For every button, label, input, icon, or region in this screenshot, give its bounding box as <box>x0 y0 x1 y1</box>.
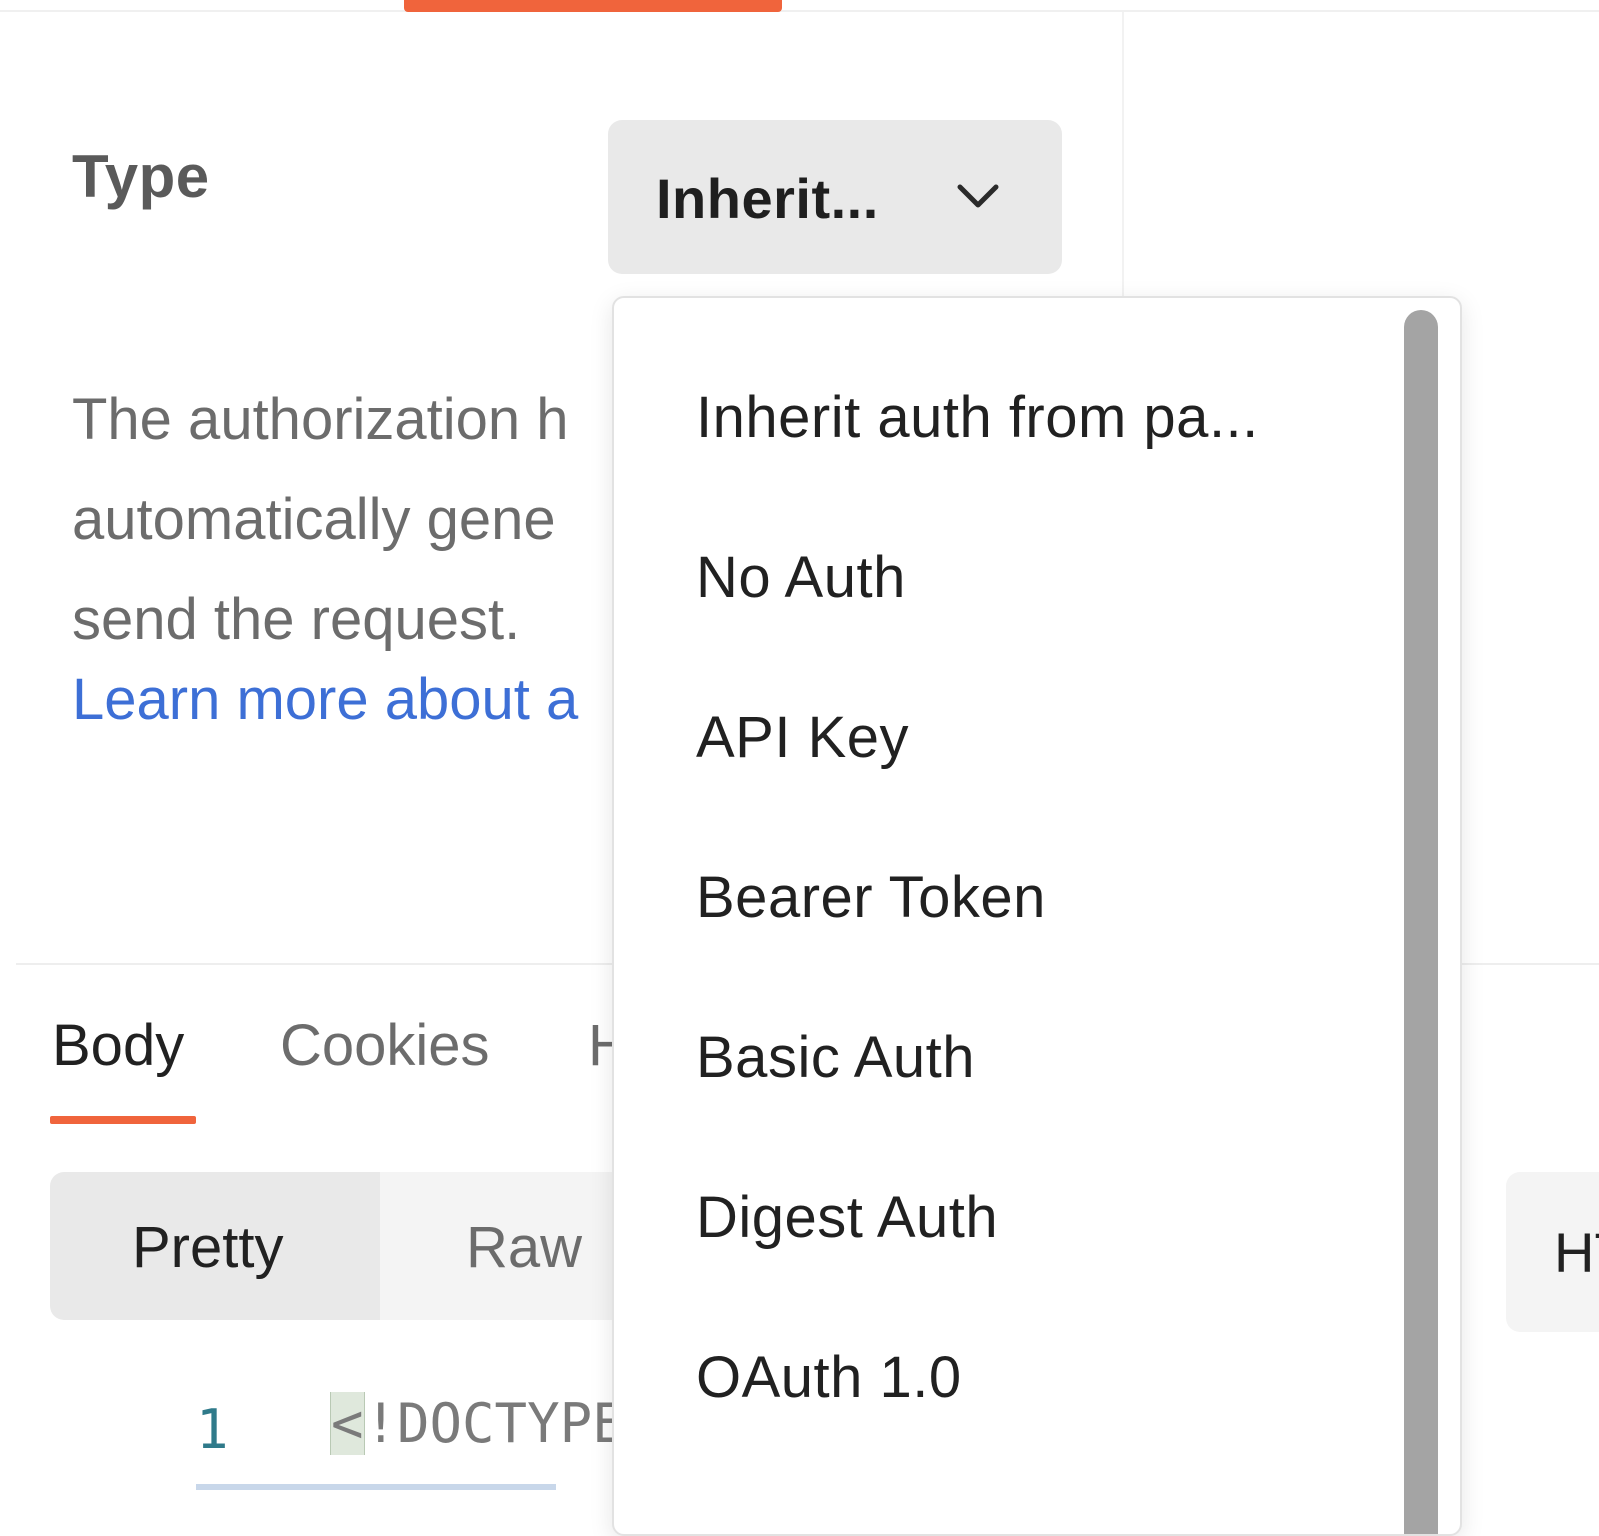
tab-body[interactable]: Body <box>52 1012 184 1079</box>
view-mode-toggle: Pretty Raw <box>50 1172 670 1320</box>
option-api-key[interactable]: API Key <box>614 666 1394 826</box>
option-basic-auth[interactable]: Basic Auth <box>614 986 1394 1146</box>
auth-type-label: Type <box>72 143 210 210</box>
auth-description: The authorization h automatically gene s… <box>72 370 612 670</box>
code-line-number: 1 <box>196 1398 229 1461</box>
option-digest-auth[interactable]: Digest Auth <box>614 1146 1394 1306</box>
response-format-label: HT <box>1554 1221 1599 1284</box>
auth-description-line: automatically gene <box>72 487 556 552</box>
code-bracket-highlight: < <box>330 1392 365 1455</box>
option-no-auth[interactable]: No Auth <box>614 506 1394 666</box>
view-raw-button[interactable]: Raw <box>466 1214 582 1281</box>
code-line-partial <box>196 1478 616 1493</box>
top-tab-divider <box>0 10 1599 12</box>
option-bearer-token[interactable]: Bearer Token <box>614 826 1394 986</box>
tab-cookies[interactable]: Cookies <box>280 1012 490 1079</box>
auth-description-line: send the request. <box>72 587 521 652</box>
view-pretty-label: Pretty <box>132 1215 284 1280</box>
option-oauth-1[interactable]: OAuth 1.0 <box>614 1306 1394 1466</box>
auth-type-select[interactable]: Inherit... <box>608 120 1062 274</box>
learn-more-link[interactable]: Learn more about a <box>72 660 612 740</box>
code-text: !DOCTYPE <box>364 1392 620 1455</box>
dropdown-scrollbar-thumb[interactable] <box>1404 310 1438 1534</box>
tab-body-underline <box>50 1116 196 1124</box>
chevron-down-icon <box>957 184 999 208</box>
dropdown-scrollbar[interactable] <box>1404 310 1438 1534</box>
auth-description-line: The authorization h <box>72 387 569 452</box>
option-inherit-auth[interactable]: Inherit auth from pa... <box>614 346 1394 506</box>
active-tab-indicator <box>404 0 782 12</box>
auth-type-dropdown: Inherit auth from pa... No Auth API Key … <box>612 296 1462 1536</box>
response-format-select[interactable]: HT <box>1506 1172 1599 1332</box>
auth-type-options: Inherit auth from pa... No Auth API Key … <box>614 346 1394 1466</box>
code-line: <!DOCTYPE <box>330 1392 620 1455</box>
auth-type-selected-value: Inherit... <box>656 167 879 230</box>
view-pretty-button[interactable]: Pretty <box>50 1172 380 1320</box>
